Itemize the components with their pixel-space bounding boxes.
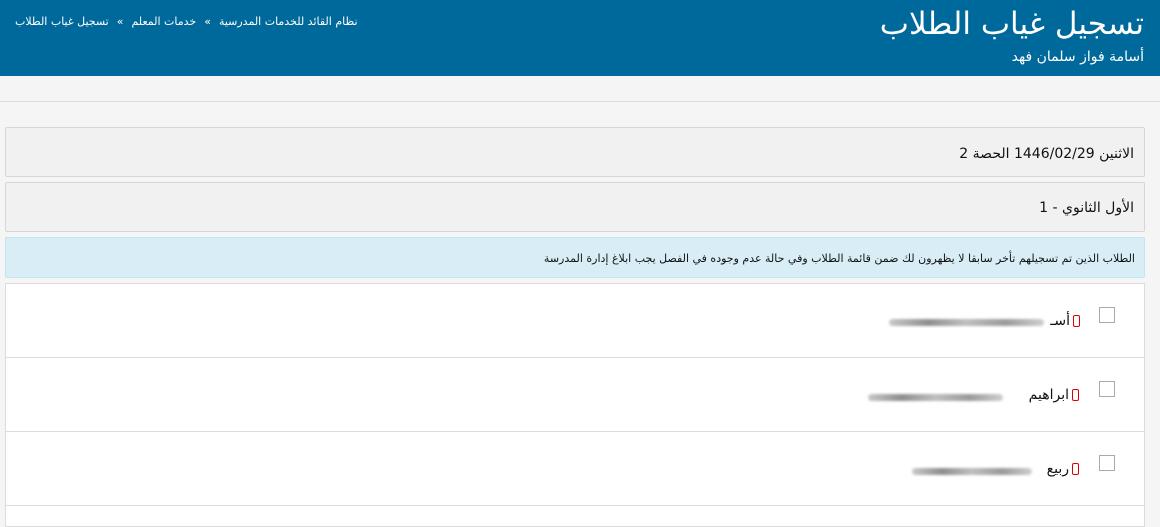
student-row[interactable]: أسـ [6, 284, 1144, 358]
student-name: ربيع [1046, 461, 1069, 477]
class-panel: الأول الثانوي - 1 [5, 182, 1145, 232]
session-date-panel: الاثنين 1446/02/29 الحصة 2 [5, 127, 1145, 177]
page-header: تسجيل غياب الطلاب أسامة فواز سلمان فهد ن… [0, 0, 1160, 76]
breadcrumb-separator: » [116, 15, 124, 28]
students-list: أسـ ابراهيم ربيع [5, 283, 1145, 527]
info-alert: الطلاب الذين تم تسجيلهم تأخر سابقا لا يظ… [5, 237, 1145, 278]
breadcrumb-separator: » [204, 15, 211, 28]
redacted-name [868, 394, 1003, 401]
breadcrumb-teacher-services-link[interactable]: خدمات المعلم [131, 15, 196, 28]
student-row[interactable]: ابراهيم [6, 358, 1144, 432]
page-title: تسجيل غياب الطلاب [879, 6, 1144, 42]
mobile-phone-icon [1072, 463, 1079, 475]
breadcrumb-current-page[interactable]: تسجيل غياب الطلاب [15, 15, 109, 28]
absence-checkbox[interactable] [1099, 455, 1115, 471]
absence-checkbox[interactable] [1099, 381, 1115, 397]
redacted-name [912, 468, 1032, 475]
main-content: الاثنين 1446/02/29 الحصة 2 الأول الثانوي… [0, 102, 1160, 527]
breadcrumb: نظام القائد للخدمات المدرسية » خدمات المعل… [15, 15, 358, 29]
sub-toolbar [0, 76, 1160, 102]
student-name: ابراهيم [1028, 387, 1069, 403]
class-name-text: الأول الثانوي - 1 [1039, 200, 1134, 216]
mobile-phone-icon [1073, 315, 1080, 327]
student-row[interactable]: ربيع [6, 432, 1144, 506]
info-alert-text: الطلاب الذين تم تسجيلهم تأخر سابقا لا يظ… [543, 252, 1135, 265]
breadcrumb-home-link[interactable]: نظام القائد للخدمات المدرسية [219, 15, 358, 28]
redacted-name [889, 319, 1044, 326]
user-name: أسامة فواز سلمان فهد [1011, 49, 1144, 65]
absence-checkbox[interactable] [1099, 307, 1115, 323]
session-date-text: الاثنين 1446/02/29 الحصة 2 [959, 146, 1134, 162]
mobile-phone-icon [1072, 389, 1079, 401]
student-name: أسـ [1050, 313, 1070, 329]
